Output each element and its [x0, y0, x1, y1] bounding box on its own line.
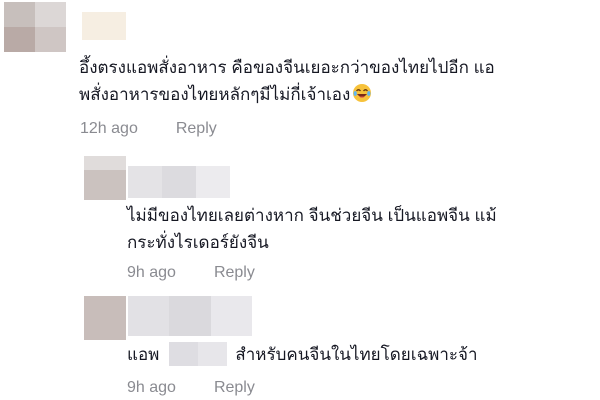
username-blurred[interactable]	[82, 12, 126, 40]
comment-text: อึ้งตรงแอพสั่งอาหาร คือของจีนเยอะกว่าของ…	[79, 54, 594, 111]
username-blurred[interactable]	[128, 296, 252, 336]
comment-meta: 9h ago Reply	[127, 379, 255, 397]
avatar-blurred[interactable]	[84, 296, 126, 340]
timestamp: 12h ago	[80, 120, 138, 137]
laughing-crying-emoji-icon	[352, 83, 372, 111]
reply-button[interactable]: Reply	[214, 264, 255, 281]
timestamp: 9h ago	[127, 379, 176, 396]
comment-meta: 9h ago Reply	[127, 264, 255, 282]
comment-text: แอพ สำหรับคนจีนในไทยโดยเฉพาะจ้า	[127, 341, 595, 368]
comment-meta: 12h ago Reply	[80, 120, 217, 138]
mention-blurred[interactable]	[169, 342, 228, 366]
reply-button[interactable]: Reply	[214, 379, 255, 396]
username-blurred[interactable]	[128, 166, 230, 198]
avatar-blurred[interactable]	[84, 156, 126, 200]
reply-button[interactable]: Reply	[176, 120, 217, 137]
comment-text-line: กระทั่งไรเดอร์ยังจีน	[127, 233, 269, 252]
comment-text-line: อึ้งตรงแอพสั่งอาหาร คือของจีนเยอะกว่าของ…	[79, 58, 495, 77]
comment-text-line: ไม่มีของไทยเลยต่างหาก จีนช่วยจีน เป็นแอพ…	[127, 206, 497, 225]
comment-text-line: พสั่งอาหารของไทยหลักๆมีไม่กี่เจ้าเอง	[79, 81, 594, 111]
comment-text: ไม่มีของไทยเลยต่างหาก จีนช่วยจีน เป็นแอพ…	[127, 202, 595, 256]
timestamp: 9h ago	[127, 264, 176, 281]
avatar-blurred[interactable]	[4, 2, 66, 52]
